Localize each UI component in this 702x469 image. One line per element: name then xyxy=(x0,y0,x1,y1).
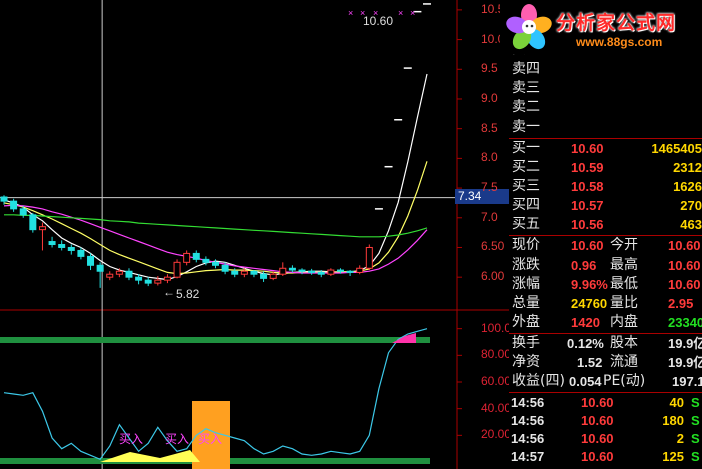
candle xyxy=(269,273,277,279)
candle xyxy=(10,200,18,210)
candle xyxy=(0,196,8,202)
candle xyxy=(106,273,114,278)
candle xyxy=(48,241,56,246)
candle xyxy=(212,261,219,266)
fund-row: 收益(四) 0.054 PE(动) 197.1 xyxy=(512,373,702,389)
osc-axis-label: 40.00 xyxy=(481,400,512,415)
osc-axis-label: 20.00 xyxy=(481,427,512,442)
tick-row: 14:57 10.60 125 S xyxy=(511,449,700,464)
candle xyxy=(365,246,373,269)
divider xyxy=(509,392,702,393)
candle xyxy=(67,246,75,251)
candle xyxy=(38,226,46,231)
fund-row: 净资 1.52 流通 19.9亿 xyxy=(512,354,702,370)
price-axis-label: 9.0 xyxy=(481,90,498,105)
price-axis-label: 8.0 xyxy=(481,150,498,165)
logo-title: 分析家公式网 xyxy=(556,12,677,34)
candle xyxy=(327,269,335,275)
buy-row-3[interactable]: 买三 10.58 1626 xyxy=(509,177,702,196)
sell-row-1: 卖一 xyxy=(512,119,540,135)
candle xyxy=(250,270,258,275)
osc-axis-label: 60.00 xyxy=(481,374,512,388)
tick-row: 14:56 10.60 180 S xyxy=(511,413,700,428)
candle xyxy=(135,276,143,281)
price-axis-label: 8.5 xyxy=(481,120,498,135)
candle xyxy=(125,270,133,278)
candle xyxy=(58,244,66,248)
candle xyxy=(183,252,191,263)
candle xyxy=(96,264,104,272)
high-annotation: 10.60 xyxy=(363,14,394,28)
quote-panel: 卖五 卖四 卖三 卖二 卖一 买一10.601465405 买二10.59231… xyxy=(509,0,702,469)
candle xyxy=(19,208,27,216)
logo-url[interactable]: www.88gs.com xyxy=(576,35,662,49)
quote-row: 现价 10.60 今开 10.60 xyxy=(512,237,701,253)
sell-row-2: 卖二 xyxy=(512,99,540,115)
price-axis-label: 6.50 xyxy=(481,239,505,254)
candle xyxy=(317,271,325,275)
candle xyxy=(221,264,229,272)
ma-line-ma5 xyxy=(3,73,428,281)
price-axis-label: 7.0 xyxy=(481,209,498,224)
buy-row-2[interactable]: 买二 10.59 2312 xyxy=(509,158,702,177)
kline-chart[interactable]: × × × × × xyxy=(0,0,509,469)
low-annotation: 5.82 xyxy=(176,287,200,301)
top-marker: × xyxy=(398,8,403,18)
tick-row: 14:56 10.60 40 S xyxy=(511,395,700,410)
candle xyxy=(231,270,239,275)
candle xyxy=(308,270,316,273)
fund-row: 换手 0.12% 股本 19.9亿 xyxy=(512,335,702,351)
candle xyxy=(173,261,181,278)
candle xyxy=(144,279,152,284)
candle xyxy=(115,270,123,275)
quote-row: 外盘 1420 内盘 23340 xyxy=(512,314,702,330)
candle xyxy=(154,279,162,284)
site-logo: 分析家公式网 www.88gs.com xyxy=(500,2,702,54)
candle xyxy=(288,267,296,271)
osc-fill xyxy=(100,450,200,462)
candle xyxy=(260,273,268,279)
candle xyxy=(336,269,344,272)
candle xyxy=(279,267,287,275)
price-axis-label: 9.5 xyxy=(481,61,498,76)
candle xyxy=(346,270,354,273)
osc-axis-label: 80.00 xyxy=(481,347,512,362)
candle xyxy=(87,255,95,266)
price-axis-label: 6.00 xyxy=(481,269,505,284)
sell-row-4: 卖四 xyxy=(512,61,540,77)
sell-row-3: 卖三 xyxy=(512,80,540,96)
quote-row: 涨跌 0.96 最高 10.60 xyxy=(512,257,701,273)
buy-signal: 买入 xyxy=(119,432,144,446)
buy-row-4[interactable]: 买四 10.57 270 xyxy=(509,196,702,215)
candle xyxy=(192,252,200,260)
candle xyxy=(240,270,248,275)
quote-row: 总量 24760 量比 2.95 xyxy=(512,295,694,311)
candle xyxy=(29,214,37,231)
top-marker: × xyxy=(410,8,415,18)
buy-signal: 买入 xyxy=(198,432,223,446)
buy-signal: 买入 xyxy=(165,432,190,446)
buy-row-1[interactable]: 买一 10.60 1465405 xyxy=(509,139,702,158)
candle xyxy=(77,249,85,257)
candle xyxy=(356,267,364,273)
osc-band-top xyxy=(0,337,430,343)
candle xyxy=(163,276,171,281)
price-axis-label: 7.5 xyxy=(481,180,498,195)
low-arrow-icon: ← xyxy=(163,285,175,299)
buy-row-5[interactable]: 买五 10.56 463 xyxy=(509,215,702,234)
osc-axis-label: 100.0 xyxy=(481,320,512,335)
flower-logo-icon xyxy=(506,4,552,50)
ma-line-ma60 xyxy=(4,214,428,238)
candle xyxy=(202,258,210,263)
candle xyxy=(298,269,306,272)
top-marker: × xyxy=(348,8,353,18)
tick-row: 14:56 10.60 2 S xyxy=(511,431,700,446)
quote-row: 涨幅 9.96% 最低 10.60 xyxy=(512,276,701,292)
